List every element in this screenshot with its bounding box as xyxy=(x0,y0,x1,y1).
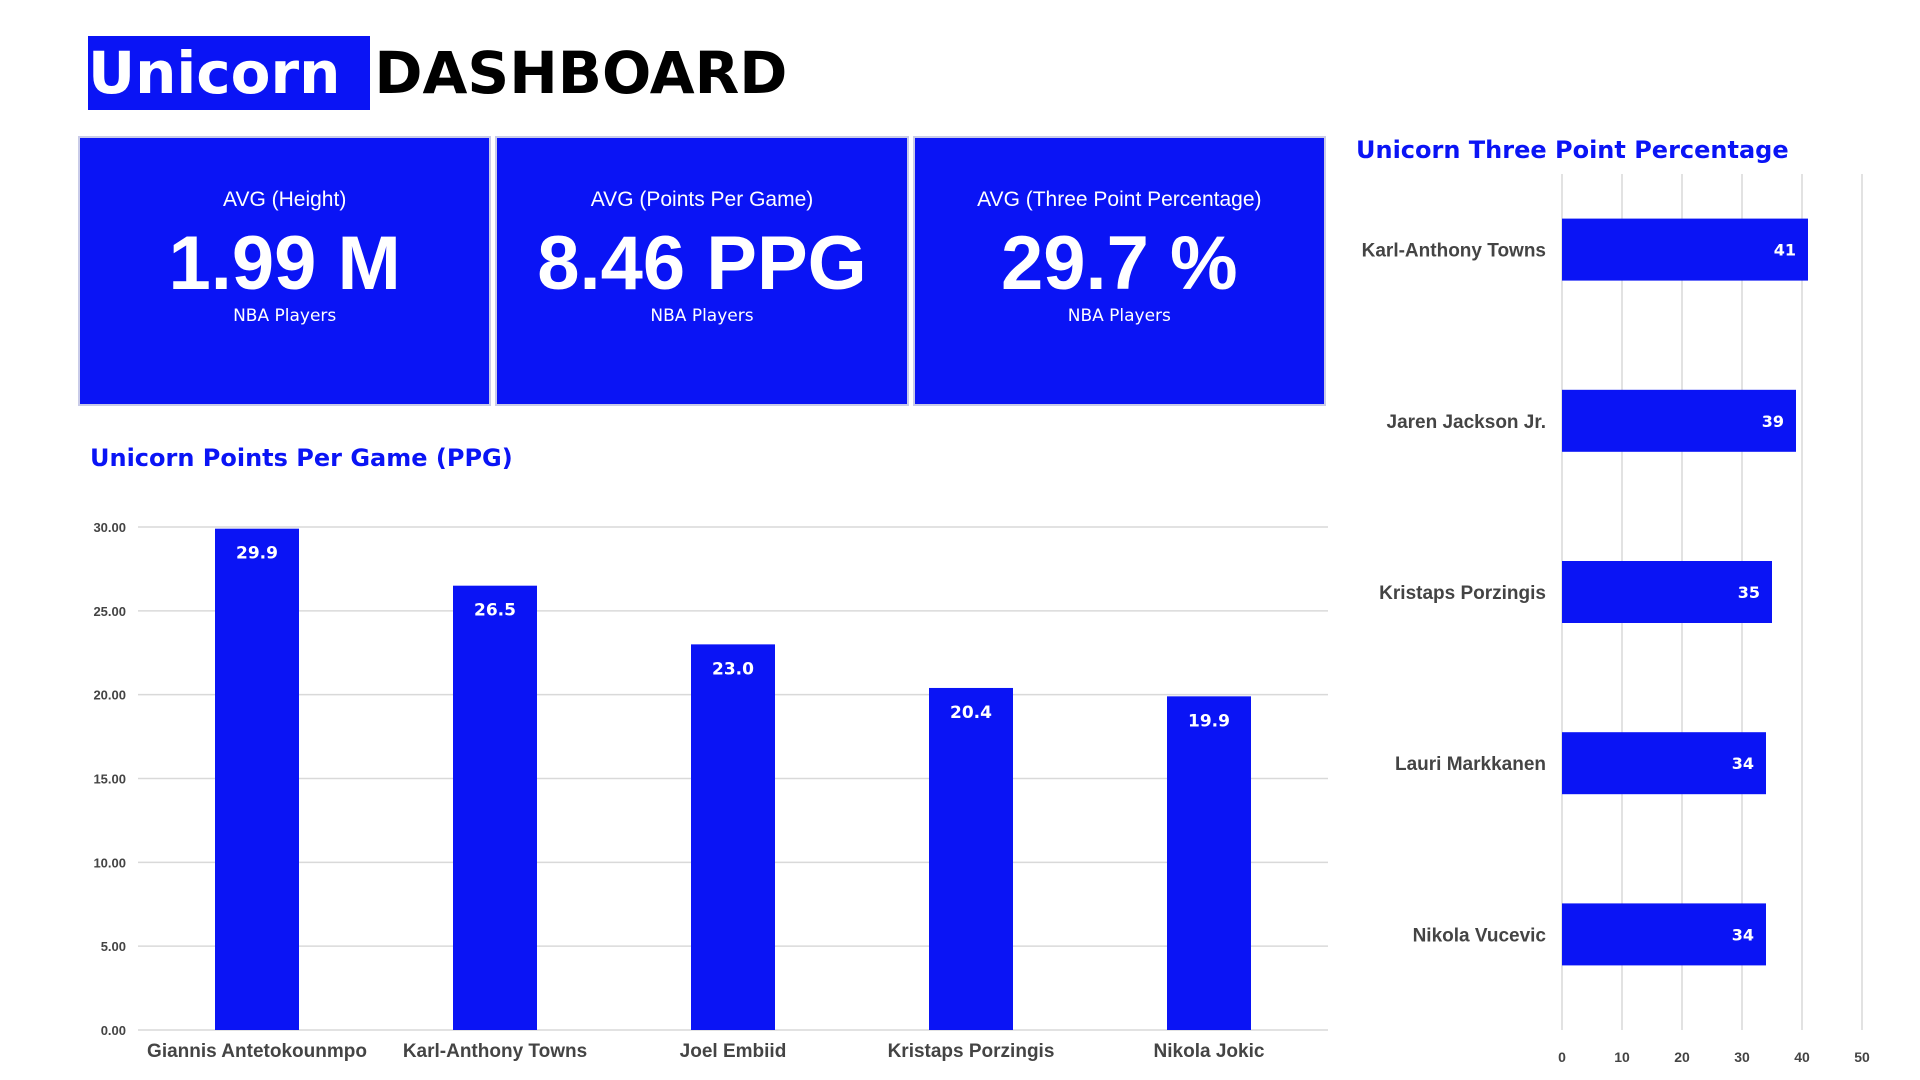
y-tick-label: Nikola Vucevic xyxy=(1413,925,1547,946)
x-tick-label: Giannis Antetokounmpo xyxy=(147,1041,367,1062)
x-tick-label: 50 xyxy=(1854,1049,1870,1065)
x-tick-label: 10 xyxy=(1614,1049,1630,1065)
bar xyxy=(215,528,299,1030)
data-label: 23.0 xyxy=(712,659,754,679)
x-tick-label: 30 xyxy=(1734,1049,1750,1065)
x-tick-label: 0 xyxy=(1558,1049,1566,1065)
x-tick-label: 20 xyxy=(1674,1049,1690,1065)
data-label: 39 xyxy=(1762,412,1784,431)
x-tick-label: Nikola Jokic xyxy=(1154,1041,1265,1062)
data-label: 34 xyxy=(1732,925,1754,944)
y-tick-label: Karl-Anthony Towns xyxy=(1362,241,1546,262)
data-label: 35 xyxy=(1738,583,1760,602)
y-tick-label: Jaren Jackson Jr. xyxy=(1387,412,1547,433)
y-tick-label: 25.00 xyxy=(93,604,126,619)
data-label: 34 xyxy=(1732,754,1754,773)
bar xyxy=(1167,696,1251,1030)
y-tick-label: 20.00 xyxy=(93,688,126,703)
bar xyxy=(929,687,1013,1030)
data-label: 19.9 xyxy=(1188,711,1230,731)
x-tick-label: Karl-Anthony Towns xyxy=(403,1041,587,1062)
y-tick-label: 15.00 xyxy=(93,772,126,787)
charts-canvas: 0.00 5.00 10.00 15.00 20.00 25.00 30.00 29.9 Gia… xyxy=(93,174,1870,1065)
data-label: 41 xyxy=(1774,241,1796,260)
bar xyxy=(1562,218,1808,281)
data-label: 29.9 xyxy=(236,544,278,564)
y-tick-label: 0.00 xyxy=(101,1023,126,1038)
data-label: 20.4 xyxy=(950,703,992,723)
x-tick-label: Kristaps Porzingis xyxy=(888,1041,1055,1062)
bar xyxy=(691,644,775,1030)
x-tick-label: Joel Embiid xyxy=(680,1041,787,1062)
y-tick-label: 30.00 xyxy=(93,520,126,535)
y-tick-label: 10.00 xyxy=(93,855,126,870)
x-tick-label: 40 xyxy=(1794,1049,1810,1065)
bar xyxy=(453,585,537,1030)
data-label: 26.5 xyxy=(474,601,516,621)
y-tick-label: Lauri Markkanen xyxy=(1395,754,1546,775)
y-tick-label: Kristaps Porzingis xyxy=(1379,583,1546,604)
y-tick-label: 5.00 xyxy=(101,939,126,954)
